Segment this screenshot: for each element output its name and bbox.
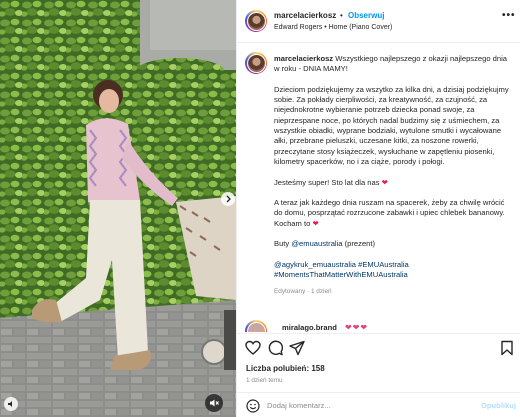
post-header: marcelacierkosz • Obserwuj Edward Rogers…: [237, 0, 520, 43]
likes-count[interactable]: Liczba polubień: 158: [246, 364, 325, 373]
post-time[interactable]: 1 dzień temu: [246, 377, 283, 384]
caption-avatar[interactable]: [245, 52, 267, 74]
publish-button[interactable]: Opublikuj: [481, 401, 516, 410]
heart-emoji: ❤: [381, 177, 389, 187]
author-username[interactable]: marcelacierkosz: [274, 11, 336, 20]
comment-preview: miralago.brand ❤❤❤: [245, 320, 515, 332]
caption-area: marcelacierkosz Wszystkiego najlepszego …: [237, 44, 520, 318]
emoji-smiley-icon[interactable]: [246, 399, 260, 413]
speaker-muted-icon: [210, 399, 219, 407]
caption-username[interactable]: marcelacierkosz: [274, 54, 333, 63]
actions-bar: Liczba polubień: 158 1 dzień temu Opubli…: [237, 333, 520, 417]
commenter-username[interactable]: miralago.brand: [282, 323, 337, 332]
caption-text: marcelacierkosz Wszystkiego najlepszego …: [274, 54, 514, 297]
comment-input[interactable]: [267, 397, 467, 413]
audio-indicator[interactable]: [4, 397, 18, 411]
chevron-right-icon: [226, 195, 231, 203]
hashtags-line1[interactable]: @agykruk_emuaustralia #EMUAustralia: [274, 260, 514, 270]
sound-icon: [8, 401, 12, 407]
share-icon[interactable]: [289, 340, 305, 356]
caption-paragraph-walk: A teraz jak każdego dnia ruszam na space…: [274, 198, 505, 228]
mute-button[interactable]: [205, 394, 223, 412]
comment-icon[interactable]: [267, 340, 283, 356]
commenter-avatar[interactable]: [245, 320, 267, 332]
comment-emojis: ❤❤❤: [345, 323, 369, 332]
bookmark-icon[interactable]: [499, 340, 515, 356]
comment-composer: Opublikuj: [237, 392, 520, 417]
follow-button[interactable]: Obserwuj: [348, 11, 384, 20]
heart-emoji: ❤: [312, 218, 319, 228]
hashtags-line2[interactable]: #MomentsThatMatterWithEMUAustralia: [274, 270, 514, 280]
caption-paragraph-thanks: Dzieciom podziękujemy za wszytko za kilk…: [274, 84, 509, 166]
caption-shoes-suffix: (prezent): [344, 239, 376, 249]
mention-emuaustralia[interactable]: @emuaustralia: [291, 239, 342, 248]
separator-dot: •: [340, 11, 343, 20]
more-options-icon[interactable]: •••: [502, 10, 516, 21]
next-photo-button[interactable]: [221, 192, 235, 206]
edited-meta: Edytowany · 1 dzień: [274, 287, 332, 295]
avatar[interactable]: [245, 10, 267, 32]
post-details-panel: marcelacierkosz • Obserwuj Edward Rogers…: [236, 0, 520, 417]
caption-paragraph-super: Jesteśmy super! Sto lat dla nas: [274, 177, 380, 187]
audio-track-link[interactable]: Edward Rogers • Home (Piano Cover): [274, 24, 392, 31]
caption-shoes-prefix: Buty: [274, 239, 290, 249]
photo-image: [0, 0, 236, 417]
like-heart-icon[interactable]: [245, 340, 261, 356]
post-photo[interactable]: [0, 0, 236, 417]
